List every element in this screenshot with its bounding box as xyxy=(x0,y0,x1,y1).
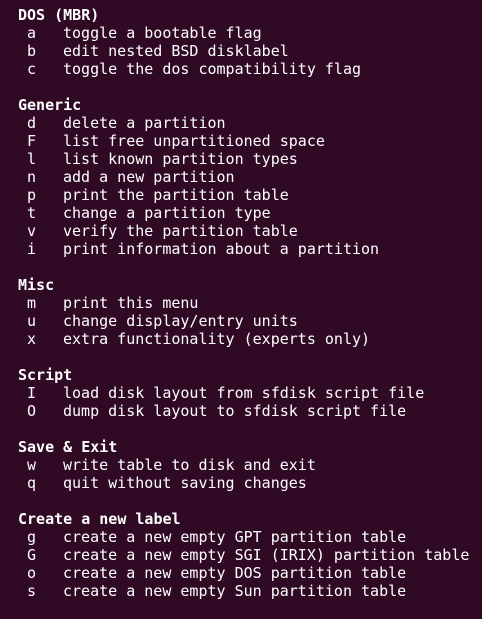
command-key: b xyxy=(27,42,37,60)
command-key: m xyxy=(27,294,37,312)
section-title: Generic xyxy=(18,96,82,114)
menu-section: Misc m print this menu u change display/entr… xyxy=(18,276,482,348)
command-description: change a partition type xyxy=(63,204,271,222)
command-key: x xyxy=(27,330,37,348)
command-key: d xyxy=(27,114,37,132)
command-row: m print this menu xyxy=(18,294,482,312)
menu-section: Save & Exit w write table to disk and exit… xyxy=(18,438,482,492)
command-row: d delete a partition xyxy=(18,114,482,132)
section-title: Create a new label xyxy=(18,510,181,528)
command-description: create a new empty SGI (IRIX) partition … xyxy=(63,546,470,564)
command-row: o create a new empty DOS partition table xyxy=(18,564,482,582)
menu-section: Generic d delete a partition Flist free unp… xyxy=(18,96,482,258)
command-row: q quit without saving changes xyxy=(18,474,482,492)
command-row: s create a new empty Sun partition table xyxy=(18,582,482,600)
command-key: c xyxy=(27,60,37,78)
command-key: F xyxy=(27,132,37,150)
command-key: w xyxy=(27,456,37,474)
menu-section: Create a new label g create a new empty GP… xyxy=(18,510,482,600)
command-row: x extra functionality (experts only) xyxy=(18,330,482,348)
command-key: I xyxy=(27,384,37,402)
command-description: create a new empty DOS partition table xyxy=(63,564,407,582)
command-row: t change a partition type xyxy=(18,204,482,222)
command-key: i xyxy=(27,240,37,258)
command-key: t xyxy=(27,204,37,222)
command-key: G xyxy=(27,546,37,564)
terminal-window[interactable]: DOS (MBR) a toggle a bootable flag b edit ne… xyxy=(0,0,482,619)
command-description: dump disk layout to sfdisk script file xyxy=(63,402,407,420)
command-description: quit without saving changes xyxy=(63,474,307,492)
command-description: toggle a bootable flag xyxy=(63,24,262,42)
command-row: c toggle the dos compatibility flag xyxy=(18,60,482,78)
command-row: Odump disk layout to sfdisk script file xyxy=(18,402,482,420)
command-key: o xyxy=(27,564,37,582)
command-key: p xyxy=(27,186,37,204)
command-description: list known partition types xyxy=(63,150,298,168)
command-row: Flist free unpartitioned space xyxy=(18,132,482,150)
command-key: l xyxy=(27,150,37,168)
command-row: l list known partition types xyxy=(18,150,482,168)
command-description: print this menu xyxy=(63,294,199,312)
command-row: Iload disk layout from sfdisk script fil… xyxy=(18,384,482,402)
command-description: write table to disk and exit xyxy=(63,456,316,474)
command-description: delete a partition xyxy=(63,114,226,132)
command-description: verify the partition table xyxy=(63,222,298,240)
command-key: s xyxy=(27,582,37,600)
command-description: create a new empty Sun partition table xyxy=(63,582,407,600)
command-description: print the partition table xyxy=(63,186,289,204)
menu-section: DOS (MBR) a toggle a bootable flag b edit ne… xyxy=(18,6,482,78)
command-description: print information about a partition xyxy=(63,240,380,258)
command-row: v verify the partition table xyxy=(18,222,482,240)
command-description: edit nested BSD disklabel xyxy=(63,42,289,60)
section-title: Save & Exit xyxy=(18,438,118,456)
command-row: b edit nested BSD disklabel xyxy=(18,42,482,60)
command-key: v xyxy=(27,222,37,240)
command-row: p print the partition table xyxy=(18,186,482,204)
command-row: i print information about a partition xyxy=(18,240,482,258)
command-row: Gcreate a new empty SGI (IRIX) partition… xyxy=(18,546,482,564)
command-key: a xyxy=(27,24,37,42)
command-row: u change display/entry units xyxy=(18,312,482,330)
command-description: load disk layout from sfdisk script file xyxy=(63,384,425,402)
command-row: w write table to disk and exit xyxy=(18,456,482,474)
command-row: g create a new empty GPT partition table xyxy=(18,528,482,546)
command-key: O xyxy=(27,402,37,420)
command-key: u xyxy=(27,312,37,330)
command-description: list free unpartitioned space xyxy=(63,132,325,150)
menu-section: Script Iload disk layout from sfdisk scri… xyxy=(18,366,482,420)
command-row: n add a new partition xyxy=(18,168,482,186)
section-title: Misc xyxy=(18,276,55,294)
section-title: Script xyxy=(18,366,73,384)
command-key: n xyxy=(27,168,37,186)
command-key: g xyxy=(27,528,37,546)
command-description: extra functionality (experts only) xyxy=(63,330,371,348)
command-description: add a new partition xyxy=(63,168,235,186)
command-key: q xyxy=(27,474,37,492)
command-description: create a new empty GPT partition table xyxy=(63,528,407,546)
command-description: toggle the dos compatibility flag xyxy=(63,60,362,78)
command-description: change display/entry units xyxy=(63,312,298,330)
section-title: DOS (MBR) xyxy=(18,6,100,24)
command-row: a toggle a bootable flag xyxy=(18,24,482,42)
